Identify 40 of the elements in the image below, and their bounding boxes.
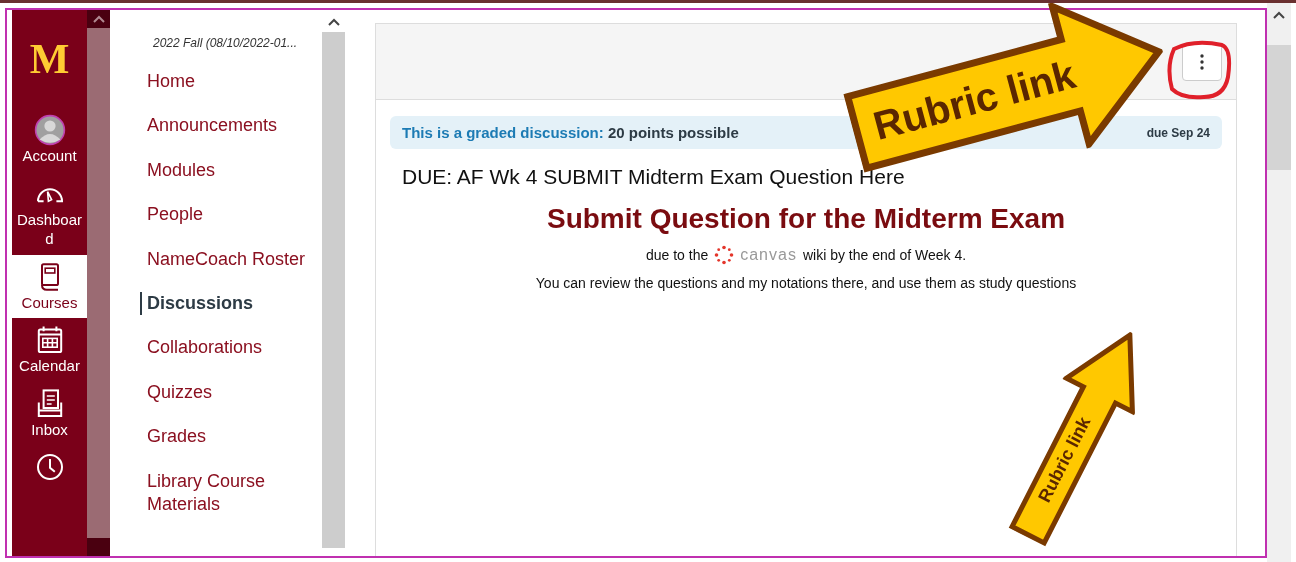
course-nav-link[interactable]: Home xyxy=(140,70,322,94)
content-heading: Submit Question for the Midterm Exam xyxy=(545,203,1067,235)
course-nav-link[interactable]: Modules xyxy=(140,158,322,183)
due-text: due to the xyxy=(645,247,709,263)
nav-label: Courses xyxy=(20,292,79,312)
nav-label: Inbox xyxy=(30,419,69,439)
graded-info: This is a graded discussion: 20 points possible xyxy=(402,124,739,141)
discussion-title: DUE: AF Wk 4 SUBMIT Midterm Exam Question Here xyxy=(402,165,906,189)
course-nav-link[interactable]: Grades xyxy=(140,425,322,449)
university-logo[interactable]: M xyxy=(12,10,87,108)
body-text: You can review the questions and my notations there, and use them as study questions xyxy=(534,275,1078,291)
scroll-up-icon[interactable] xyxy=(327,18,340,26)
canvas-logo-icon xyxy=(714,245,735,265)
scrollbar-thumb[interactable] xyxy=(322,32,345,548)
nav-label: Calendar xyxy=(18,356,81,376)
canvas-wordmark: canvas xyxy=(740,246,797,264)
course-nav-link[interactable]: Collaborations xyxy=(140,336,322,360)
due-date: due Sep 24 xyxy=(1146,125,1210,140)
global-nav-item[interactable]: Inbox xyxy=(12,381,87,445)
course-nav-link[interactable]: Library Course Materials xyxy=(140,469,322,517)
caret-icon xyxy=(92,15,105,23)
global-nav-item[interactable]: Account xyxy=(12,108,87,172)
global-nav-item[interactable]: Dashboard xyxy=(12,171,87,255)
callout-label: Rubric link xyxy=(868,51,1081,150)
course-nav-link[interactable]: Announcements xyxy=(140,114,322,138)
nav-label: Account xyxy=(21,146,78,166)
due-text: wiki by the end of Week 4. xyxy=(802,247,967,263)
course-nav-link[interactable]: NameCoach Roster xyxy=(140,247,322,271)
course-nav-link[interactable]: Quizzes xyxy=(140,380,322,405)
global-nav-item[interactable]: Courses xyxy=(12,254,87,318)
avatar-icon xyxy=(33,114,66,146)
scroll-up-icon[interactable] xyxy=(1273,11,1285,19)
global-nav-item[interactable]: Calendar xyxy=(12,318,87,382)
more-icon xyxy=(1199,51,1205,72)
scroll-up-button[interactable] xyxy=(87,10,110,28)
nav-label: Dashboard xyxy=(15,209,83,249)
scrollbar-thumb[interactable] xyxy=(1267,45,1291,170)
course-nav-link[interactable]: People xyxy=(140,203,322,227)
course-term: 2022 Fall (08/10/2022-01... xyxy=(153,36,299,50)
scrollbar-thumb[interactable] xyxy=(87,28,110,538)
